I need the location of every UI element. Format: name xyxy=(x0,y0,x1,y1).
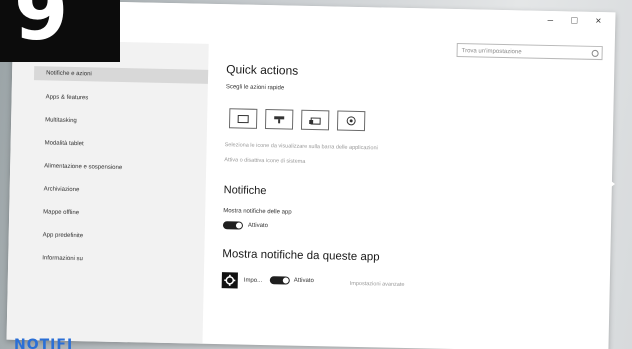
sidebar: Notifiche e azioni Apps & features Multi… xyxy=(6,39,209,344)
page-number-badge: 9 xyxy=(0,0,120,62)
main-content: Quick actions Scegli le azioni rapide Se… xyxy=(213,58,609,346)
sidebar-item-offline-maps[interactable]: Mappe offline xyxy=(37,205,197,222)
app-notifications-toggle[interactable] xyxy=(222,221,244,230)
page-number: 9 xyxy=(14,0,69,58)
sidebar-item-storage[interactable]: Archiviazione xyxy=(38,182,198,199)
mouse-pointer-icon xyxy=(611,181,615,187)
maximize-button[interactable]: □ xyxy=(565,15,583,26)
app-name: Impo... xyxy=(243,277,263,284)
advanced-settings-link[interactable]: Impostazioni avanzate xyxy=(350,281,405,288)
bottom-caption: NOTIFI xyxy=(14,337,74,349)
sidebar-item-apps-features[interactable]: Apps & features xyxy=(39,90,199,107)
minimize-button[interactable]: – xyxy=(541,15,559,26)
toggle-knob xyxy=(235,222,243,229)
app-settings-tile xyxy=(221,272,238,289)
show-app-notifications-label: Mostra notifiche delle app xyxy=(223,208,292,216)
gear-icon xyxy=(224,274,236,286)
system-icons-link[interactable]: Attiva o disattiva icone di sistema xyxy=(224,157,305,165)
settings-icon xyxy=(346,116,356,126)
search-input[interactable]: Trova un'impostazione xyxy=(456,43,603,61)
quick-action-tile-connect[interactable] xyxy=(300,109,330,131)
sidebar-item-about[interactable]: Informazioni su xyxy=(36,251,196,268)
sidebar-item-notifications[interactable]: Notifiche e azioni xyxy=(33,66,209,84)
connect-icon xyxy=(309,116,321,125)
sidebar-item-power-sleep[interactable]: Alimentazione e sospensione xyxy=(38,159,198,176)
sidebar-item-tablet-mode[interactable]: Modalità tablet xyxy=(38,136,198,153)
quick-actions-subtitle: Scegli le azioni rapide xyxy=(225,84,285,92)
app-row-toggle[interactable] xyxy=(269,276,290,285)
tablet-icon xyxy=(237,114,249,123)
notifications-heading: Notifiche xyxy=(223,184,267,198)
app-row-state: Attivato xyxy=(293,277,314,285)
sidebar-item-multitasking[interactable]: Multitasking xyxy=(39,113,199,130)
select-icons-link[interactable]: Seleziona le icone da visualizzare sulla… xyxy=(225,142,378,151)
close-button[interactable]: × xyxy=(589,16,607,27)
quick-actions-heading: Quick actions xyxy=(226,62,299,78)
wifi-icon xyxy=(274,115,285,123)
quick-action-tile-tablet[interactable] xyxy=(228,108,258,129)
quick-action-tile-wifi[interactable] xyxy=(264,109,294,130)
window-controls: – □ × xyxy=(541,15,607,27)
toggle-knob xyxy=(282,277,289,284)
apps-notifications-heading: Mostra notifiche da queste app xyxy=(222,248,380,264)
quick-action-tile-settings[interactable] xyxy=(336,110,366,132)
sidebar-item-default-apps[interactable]: App predefinite xyxy=(37,228,197,245)
toggle-state-label: Attivato xyxy=(247,222,269,230)
